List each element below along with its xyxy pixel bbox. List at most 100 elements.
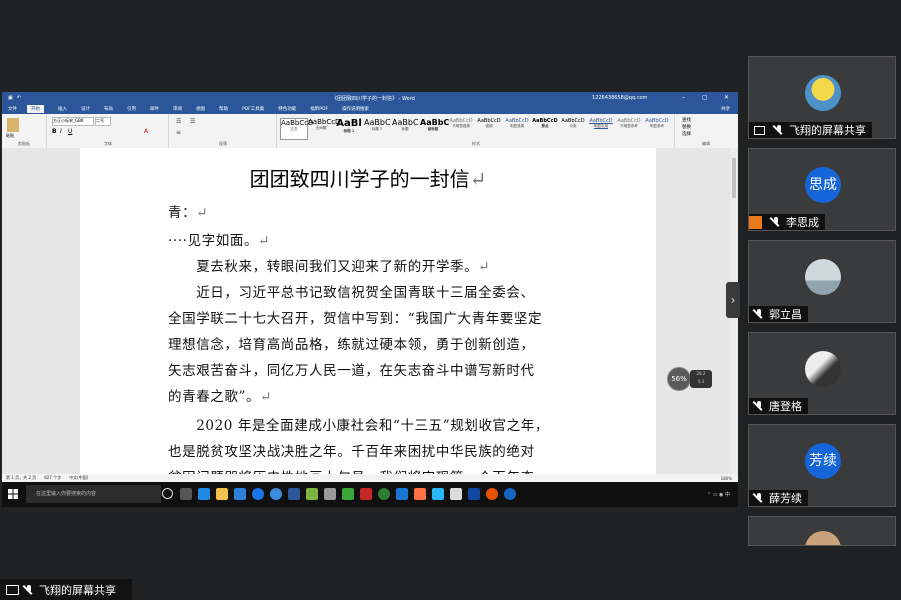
language-status[interactable]: 中文(中国) — [69, 475, 88, 481]
style-subtle-emphasis[interactable]: AaBbCcD 不明显强调 — [448, 118, 474, 138]
mic-muted-icon — [23, 584, 35, 596]
participant-tile[interactable]: 飞翔的屏幕共享 — [748, 56, 896, 139]
numbering-icon[interactable]: ☰ — [190, 118, 195, 125]
file-explorer-icon[interactable] — [216, 488, 228, 500]
style-intense-reference[interactable]: AaBbCcD 明显参考 — [644, 118, 670, 138]
tab-view[interactable]: 视图 — [196, 106, 205, 112]
app-icon[interactable] — [450, 488, 462, 500]
tab-help[interactable]: 帮助 — [219, 106, 228, 112]
participant-tile[interactable]: 芳续 薛芳续 — [748, 424, 896, 507]
account-name[interactable]: 1226438658@qq.com — [592, 95, 647, 101]
app-icon[interactable] — [504, 488, 516, 500]
tab-review[interactable]: 审阅 — [173, 106, 182, 112]
badge-value: 56 — [671, 375, 681, 383]
bullets-icon[interactable]: ☰ — [176, 118, 181, 125]
tab-insert[interactable]: 插入 — [58, 106, 67, 112]
style-heading1[interactable]: AaBl 标题 1 — [336, 118, 362, 138]
app-icon[interactable] — [360, 488, 372, 500]
scrollbar-thumb[interactable] — [732, 158, 736, 198]
wechat-icon[interactable] — [342, 488, 354, 500]
system-tray[interactable]: ⌃ ▭ ◉ 中 — [707, 491, 730, 498]
italic-button[interactable]: I — [60, 128, 62, 135]
document-page[interactable]: 团团致四川学子的一封信↵ 青：↵ ····见字如面。↵ 夏去秋来，转眼间我们又迎… — [80, 148, 656, 474]
participant-tile[interactable]: 唐登格 — [748, 332, 896, 415]
font-size-select[interactable]: 二号 — [95, 117, 111, 126]
share-button[interactable]: 共享 — [721, 106, 730, 112]
windows-start-icon[interactable] — [8, 489, 18, 499]
font-name-select[interactable]: 方正小标宋_GBK — [52, 117, 94, 126]
participant-name: 飞翔的屏幕共享 — [789, 124, 866, 137]
browser-icon[interactable] — [378, 488, 390, 500]
app-icon[interactable] — [486, 488, 498, 500]
cortana-icon[interactable] — [162, 488, 173, 499]
body-line: 夏去秋来，转眼间我们又迎来了新的开学季。↵ — [168, 255, 490, 275]
style-name: 标题 — [401, 127, 409, 131]
tab-pdf-tools[interactable]: PDF工具集 — [242, 106, 264, 112]
bold-button[interactable]: B — [52, 128, 57, 135]
task-view-icon[interactable] — [180, 488, 192, 500]
store-icon[interactable] — [234, 488, 246, 500]
style-strong[interactable]: AaBbCcD 要点 — [532, 118, 558, 138]
app-icon[interactable] — [468, 488, 480, 500]
edge-icon[interactable] — [252, 488, 264, 500]
avatar: 芳续 — [805, 443, 841, 479]
word-count[interactable]: 827 个字 — [44, 475, 61, 481]
participant-name-bar: 唐登格 — [749, 398, 808, 414]
qq-icon[interactable] — [432, 488, 444, 500]
tab-mailings[interactable]: 邮件 — [150, 106, 159, 112]
style-name: 明显强调 — [510, 124, 524, 128]
style-no-spacing[interactable]: AaBbCcD 无间隔 — [308, 118, 340, 138]
minimize-button[interactable]: – — [682, 94, 685, 101]
style-intense-quote[interactable]: AaBbCcD 明显引用 — [588, 118, 614, 138]
participant-tile[interactable]: 思成 李思成 — [748, 148, 896, 231]
style-emphasis[interactable]: AaBbCcD 强调 — [476, 118, 502, 138]
tab-features[interactable]: 特色功能 — [278, 106, 296, 112]
style-subtitle[interactable]: AaBbC 副标题 — [420, 118, 450, 138]
app-icon[interactable] — [324, 488, 336, 500]
zoom-level[interactable]: 180% — [721, 476, 732, 481]
close-button[interactable]: ✕ — [724, 94, 729, 101]
align-icon[interactable]: ≡ — [176, 129, 181, 136]
tab-home[interactable]: 开始 — [27, 105, 44, 113]
select-button[interactable]: 选择 — [682, 131, 691, 137]
app-icon[interactable] — [396, 488, 408, 500]
style-intense-emphasis[interactable]: AaBbCcD 明显强调 — [504, 118, 530, 138]
body-line: 2020 年是全面建成小康社会和“十三五”规划收官之年， — [168, 418, 549, 434]
participant-tile[interactable]: 郭立昌 — [748, 240, 896, 323]
tab-layout[interactable]: 布局 — [104, 106, 113, 112]
find-button[interactable]: 查找 — [682, 117, 691, 123]
collapse-panel-button[interactable]: › — [726, 282, 740, 318]
maximize-button[interactable]: ▢ — [702, 94, 708, 101]
tell-me-search[interactable]: 操作说明搜索 — [342, 106, 369, 112]
font-color-button[interactable]: A — [144, 128, 148, 135]
app-icon[interactable] — [414, 488, 426, 500]
style-name: 强调 — [485, 124, 493, 128]
taskbar-search-input[interactable]: 在这里输入你要搜索的内容 — [26, 485, 161, 503]
tab-foxit-pdf[interactable]: 福昕PDF — [310, 106, 328, 112]
style-preview: AaBbC — [420, 118, 450, 127]
save-icon[interactable]: ▣ — [8, 95, 13, 101]
replace-button[interactable]: 替换 — [682, 124, 691, 130]
undo-icon[interactable]: ↶ — [17, 95, 21, 101]
page-count[interactable]: 第 1 页，共 2 页 — [6, 475, 36, 481]
paste-button[interactable]: 粘贴 — [6, 133, 14, 139]
app-icon[interactable] — [198, 488, 210, 500]
style-normal[interactable]: AaBbCcD 正文 — [280, 118, 313, 140]
styles-group: AaBbCcD 正文 AaBbCcD 无间隔 AaBl 标题 1 AaBbC 标题 2 … — [278, 114, 675, 148]
tab-design[interactable]: 设计 — [81, 106, 90, 112]
style-quote[interactable]: AaBbCcD 引用 — [560, 118, 586, 138]
style-heading2[interactable]: AaBbC 标题 2 — [364, 118, 391, 138]
window-title: 《团团致四川学子的一封信》 - Word — [332, 96, 415, 102]
underline-button[interactable]: U — [68, 128, 72, 135]
participant-name-bar: 薛芳续 — [749, 490, 808, 506]
participant-tile[interactable] — [748, 516, 896, 546]
tab-references[interactable]: 引用 — [127, 106, 136, 112]
tab-file[interactable]: 文件 — [8, 106, 17, 112]
word-app-icon[interactable] — [288, 488, 300, 500]
style-title[interactable]: AaBbC 标题 — [392, 118, 419, 138]
network-speed-badge[interactable]: 56% — [667, 367, 691, 391]
paste-icon[interactable] — [7, 118, 19, 132]
style-subtle-reference[interactable]: AaBbCcD 不明显参考 — [616, 118, 642, 138]
ie-icon[interactable] — [270, 488, 282, 500]
app-icon[interactable] — [306, 488, 318, 500]
